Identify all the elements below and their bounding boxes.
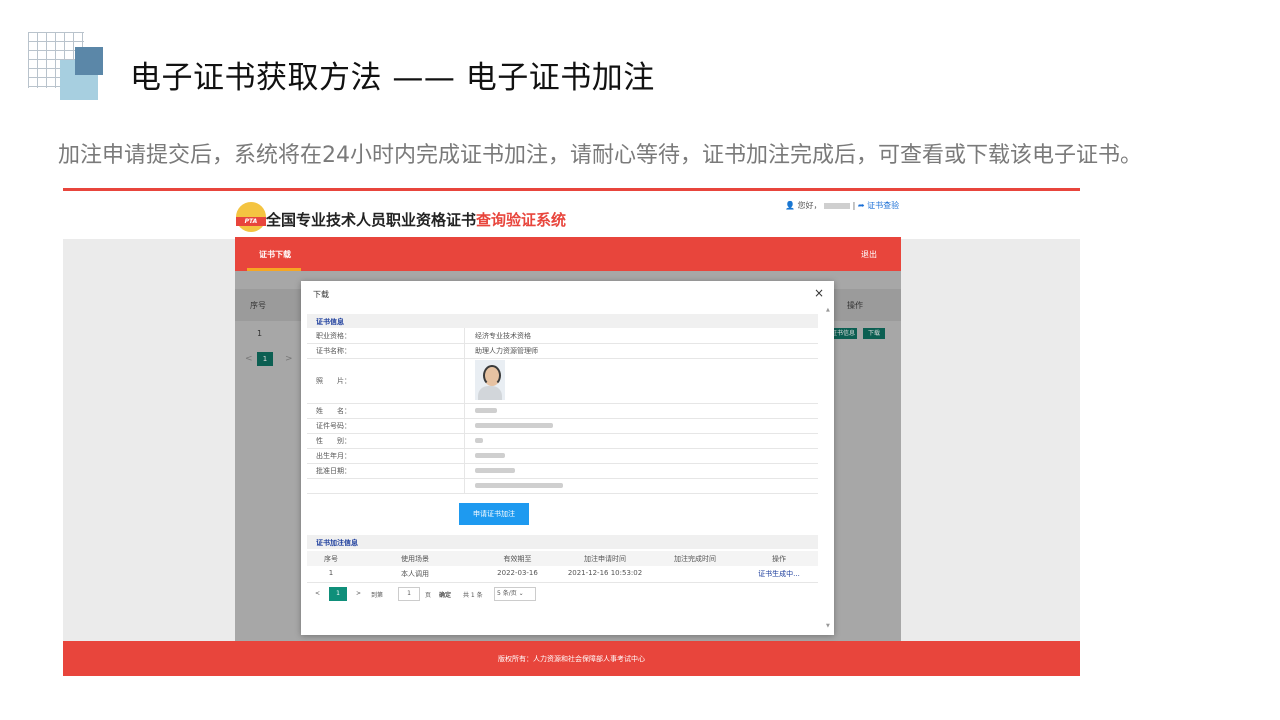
id-photo [475,360,505,400]
chevron-down-icon: ⌄ [518,590,524,597]
col-header: 使用场景 [401,555,429,563]
next-page-arrow[interactable]: > [285,354,293,364]
annotation-table-header: 序号 使用场景 有效期至 加注申请时间 加注完成时间 操作 [307,551,818,566]
nav-logout[interactable]: 退出 [861,249,877,260]
cert-info-section: 证书信息 [307,314,818,328]
col-header: 有效期至 [503,555,532,563]
field-row-photo: 照 片： [307,358,818,404]
system-title-red: 查询验证系统 [476,211,567,229]
apply-annotation-button[interactable]: 申请证书加注 [459,503,529,525]
username-redacted [824,202,851,209]
system-title-main: 全国专业技术人员职业资格证书 [266,211,477,229]
redacted-value [475,483,563,488]
decorative-grid-squares [28,32,108,102]
col-header-no: 序号 [250,301,266,310]
page-unit: 页 [425,592,432,599]
field-row: 姓 名： [307,403,818,419]
redacted-value [475,468,515,473]
download-button[interactable]: 下载 [863,328,885,339]
footer-text: 版权所有：人力资源和社会保障部人事考试中心 [498,655,645,663]
nav-cert-download[interactable]: 证书下载 [259,249,291,260]
slide-title: 电子证书获取方法 —— 电子证书加注 [130,60,655,96]
row-no: 1 [257,329,263,338]
modal-scrollbar[interactable]: ▲ ▼ [826,307,832,629]
next-page-arrow[interactable]: > [356,590,361,597]
goto-page-input[interactable]: 1 [398,587,420,601]
field-row: 出生年月： [307,448,818,464]
field-row: 性 别： [307,433,818,449]
footer: 版权所有：人力资源和社会保障部人事考试中心 [63,641,1080,676]
field-row: 证书名称： 助理人力资源管理师 [307,343,818,359]
cert-generating-link[interactable]: 证书生成中... [740,569,818,579]
field-row: 职业资格： 经济专业技术资格 [307,328,818,344]
modal-title: 下载 [313,290,329,299]
col-header: 加注申请时间 [584,555,626,563]
system-title: 全国专业技术人员职业资格证书查询验证系统 [266,209,566,230]
col-header: 加注完成时间 [674,555,716,563]
col-header: 操作 [772,555,786,563]
goto-label: 到第 [371,592,384,599]
user-icon: 👤 [785,201,795,210]
page-current[interactable]: 1 [257,352,273,366]
pta-logo: PTA [236,202,266,232]
separator: | [852,201,856,210]
download-modal: 下载 × ▲ ▼ 证书信息 职业资格： 经济专业技术资格 证书名称： 助理人力资源… [301,281,834,635]
total-count: 共 1 条 [463,592,483,599]
redacted-value [475,408,497,413]
field-row [307,478,818,494]
goto-confirm-button[interactable]: 确定 [439,590,451,599]
prev-page-arrow[interactable]: < [315,590,320,597]
system-screenshot: PTA 全国专业技术人员职业资格证书查询验证系统 👤 您好， | ➦ 证书查验 … [63,188,1080,676]
user-bar: 👤 您好， | ➦ 证书查验 [785,200,899,211]
verify-link[interactable]: 证书查验 [867,201,899,210]
redacted-value [475,438,483,443]
prev-page-arrow[interactable]: < [245,354,253,364]
redacted-value [475,423,553,428]
annotation-section: 证书加注信息 [307,535,818,549]
main-nav: 证书下载 退出 [235,237,901,271]
redacted-value [475,453,505,458]
close-icon[interactable]: × [814,286,824,300]
greeting-text: 您好， [797,201,822,210]
page-size-select[interactable]: 5 条/页 ⌄ [494,587,536,601]
share-arrow-icon: ➦ [857,201,865,210]
col-header-op: 操作 [847,301,863,310]
slide-subtitle: 加注申请提交后，系统将在24小时内完成证书加注，请耐心等待，证书加注完成后，可查… [58,143,1142,168]
field-row: 证件号码： [307,418,818,434]
col-header: 序号 [324,555,338,563]
field-row: 批准日期： [307,463,818,479]
page-current[interactable]: 1 [329,587,347,601]
table-row: 1 本人调用 2022-03-16 2021-12-16 10:53:02 证书… [307,566,818,583]
